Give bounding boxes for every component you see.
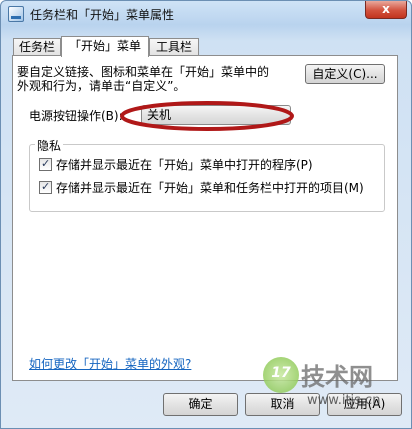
privacy-option-label: 存储并显示最近在「开始」菜单中打开的程序(P) — [56, 158, 313, 172]
tab-toolbars[interactable]: 工具栏 — [149, 38, 199, 55]
taskbar-properties-icon — [8, 6, 24, 22]
help-link[interactable]: 如何更改「开始」菜单的外观? — [29, 355, 191, 372]
privacy-option-label: 存储并显示最近在「开始」菜单和任务栏中打开的项目(M) — [56, 181, 364, 195]
privacy-option-recent-items[interactable]: ✓ 存储并显示最近在「开始」菜单和任务栏中打开的项目(M) — [39, 180, 364, 195]
title-bar: 任务栏和「开始」菜单属性 x — [1, 1, 411, 29]
check-mark-icon: ✓ — [41, 157, 51, 170]
tab-start-menu[interactable]: 「开始」菜单 — [61, 36, 149, 57]
apply-button[interactable]: 应用(A) — [327, 393, 402, 416]
cancel-button[interactable]: 取消 — [245, 393, 320, 416]
check-mark-icon: ✓ — [41, 180, 51, 193]
checkbox[interactable]: ✓ — [39, 157, 52, 171]
tab-panel — [12, 55, 398, 381]
ok-button[interactable]: 确定 — [163, 393, 238, 416]
tab-taskbar[interactable]: 任务栏 — [13, 38, 61, 55]
privacy-option-recent-programs[interactable]: ✓ 存储并显示最近在「开始」菜单中打开的程序(P) — [39, 157, 313, 172]
description-line: 要自定义链接、图标和菜单在「开始」菜单中的 — [17, 65, 270, 79]
window-title: 任务栏和「开始」菜单属性 — [30, 8, 175, 22]
power-button-dropdown[interactable]: 关机 — [141, 105, 291, 125]
properties-dialog: 任务栏和「开始」菜单属性 x 任务栏 「开始」菜单 工具栏 要自定义链接、图标和… — [0, 0, 412, 429]
customize-description: 要自定义链接、图标和菜单在「开始」菜单中的 外观和行为，请单击“自定义”。 — [17, 65, 297, 93]
power-button-label: 电源按钮操作(B): — [29, 109, 123, 123]
close-button[interactable]: x — [365, 1, 407, 19]
privacy-group — [29, 144, 385, 212]
customize-button[interactable]: 自定义(C)... — [305, 64, 385, 84]
description-line: 外观和行为，请单击“自定义”。 — [17, 79, 186, 93]
checkbox[interactable]: ✓ — [39, 180, 52, 194]
privacy-group-label: 隐私 — [35, 137, 64, 154]
